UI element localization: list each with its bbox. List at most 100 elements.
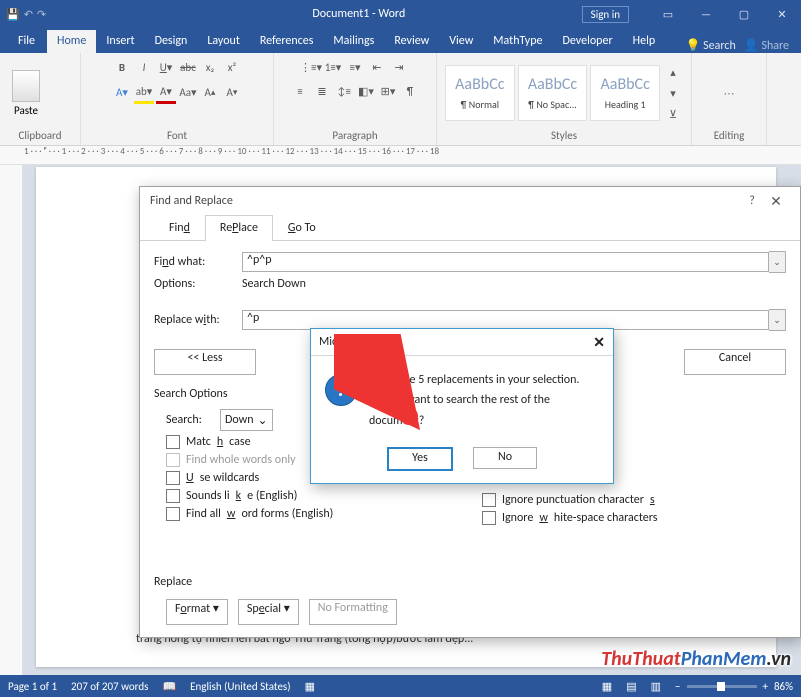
zoom-value[interactable]: 86% — [774, 680, 793, 693]
replace-with-dropdown-icon[interactable]: ⌄ — [769, 309, 786, 331]
tab-file[interactable]: File — [8, 30, 47, 53]
style-heading1[interactable]: AaBbCcHeading 1 — [590, 65, 660, 121]
tab-mailings[interactable]: Mailings — [323, 30, 384, 53]
align-center-button[interactable]: ≣ — [312, 81, 332, 101]
dialog-titlebar[interactable]: Find and Replace ? ✕ — [140, 187, 800, 215]
increase-indent-button[interactable]: ⇥ — [389, 57, 409, 77]
ribbon-display-icon[interactable]: ▭ — [649, 0, 687, 28]
window-titlebar: 💾 ↶ ↷ Document1 - Word Sign in ▭ — ▢ ✕ — [0, 0, 801, 28]
tab-layout[interactable]: Layout — [197, 30, 250, 53]
numbering-button[interactable]: 1≡▾ — [323, 57, 343, 77]
zoom-out-icon[interactable]: − — [675, 680, 680, 693]
borders-button[interactable]: ⊞▾ — [378, 81, 398, 101]
paste-button[interactable]: Paste — [8, 66, 44, 121]
confirm-titlebar[interactable]: Microsoft Word ✕ — [311, 329, 613, 356]
line-spacing-button[interactable]: ↕≡ — [334, 81, 354, 101]
group-editing: ⋯ Editing — [692, 53, 767, 145]
spellcheck-icon[interactable]: 📖 — [162, 680, 176, 693]
maximize-icon[interactable]: ▢ — [725, 0, 763, 28]
group-clipboard: Paste Clipboard — [0, 53, 81, 145]
sounds-like-checkbox[interactable]: Sounds like (English) — [166, 489, 470, 503]
confirm-dialog: Microsoft Word ✕ ? We made 5 replacement… — [310, 328, 614, 484]
less-button[interactable]: << Less — [154, 349, 256, 375]
tab-help[interactable]: Help — [623, 30, 666, 53]
zoom-in-icon[interactable]: + — [763, 680, 768, 693]
special-button[interactable]: Special ▾ — [238, 599, 299, 625]
tab-view[interactable]: View — [439, 30, 483, 53]
group-label-editing: Editing — [700, 129, 758, 145]
tab-home[interactable]: Home — [47, 30, 96, 53]
status-page[interactable]: Page 1 of 1 — [8, 680, 57, 693]
decrease-indent-button[interactable]: ⇤ — [367, 57, 387, 77]
vertical-ruler[interactable] — [0, 165, 23, 677]
search-direction-select[interactable]: Down⌄ — [220, 409, 273, 431]
replace-with-input[interactable]: ^p — [242, 310, 769, 330]
format-button[interactable]: Format ▾ — [166, 599, 228, 625]
tab-find[interactable]: Find — [154, 215, 205, 241]
shading-button[interactable]: ◧▾ — [356, 81, 376, 101]
find-what-dropdown-icon[interactable]: ⌄ — [769, 251, 786, 273]
tab-design[interactable]: Design — [145, 30, 198, 53]
font-color-button[interactable]: A▾ — [156, 81, 176, 104]
bold-button[interactable]: B — [112, 57, 132, 77]
shrink-font-button[interactable]: A▾ — [222, 83, 242, 103]
autosave-icon[interactable]: 💾 — [6, 8, 20, 21]
subscript-button[interactable]: x₂ — [200, 57, 220, 77]
replace-section-label: Replace — [154, 575, 786, 589]
cancel-button[interactable]: Cancel — [684, 349, 786, 375]
view-read-icon[interactable]: ▦ — [602, 680, 612, 693]
tab-goto[interactable]: Go To — [273, 215, 331, 241]
multilevel-button[interactable]: ≡▾ — [345, 57, 365, 77]
view-print-icon[interactable]: ▤ — [626, 680, 636, 693]
tab-mathtype[interactable]: MathType — [483, 30, 552, 53]
tab-insert[interactable]: Insert — [96, 30, 144, 53]
text-effects-button[interactable]: A▾ — [112, 83, 132, 103]
styles-down-icon[interactable]: ▾ — [663, 83, 683, 103]
zoom-control[interactable]: − + 86% — [675, 680, 793, 693]
word-forms-checkbox[interactable]: Find all word forms (English) — [166, 507, 470, 521]
styles-up-icon[interactable]: ▴ — [663, 62, 683, 82]
ignore-whitespace-checkbox[interactable]: Ignore white-space characters — [482, 511, 786, 525]
underline-button[interactable]: U▾ — [156, 57, 176, 77]
style-normal[interactable]: AaBbCc¶ Normal — [445, 65, 515, 121]
search-direction-label: Search: — [166, 413, 220, 427]
sign-in-button[interactable]: Sign in — [582, 6, 629, 23]
status-words[interactable]: 207 of 207 words — [71, 680, 148, 693]
highlight-button[interactable]: ab▾ — [134, 81, 154, 104]
ignore-punct-checkbox[interactable]: Ignore punctuation characters — [482, 493, 786, 507]
find-what-input[interactable]: ^p^p — [242, 252, 769, 272]
undo-icon[interactable]: ↶ — [24, 8, 33, 21]
options-label: Options: — [154, 277, 242, 291]
show-marks-button[interactable]: ¶ — [400, 81, 420, 101]
yes-button[interactable]: Yes — [387, 447, 453, 471]
change-case-button[interactable]: Aa▾ — [178, 83, 198, 103]
status-language[interactable]: English (United States) — [190, 680, 290, 693]
italic-button[interactable]: I — [134, 57, 154, 77]
grow-font-button[interactable]: A▴ — [200, 83, 220, 103]
redo-icon[interactable]: ↷ — [37, 8, 46, 21]
no-button[interactable]: No — [473, 447, 537, 469]
group-styles: AaBbCc¶ Normal AaBbCc¶ No Spac... AaBbCc… — [437, 53, 692, 145]
close-icon[interactable]: ✕ — [593, 334, 605, 351]
style-no-spacing[interactable]: AaBbCc¶ No Spac... — [518, 65, 588, 121]
find-what-label: Find what: — [154, 255, 242, 269]
styles-more-icon[interactable]: ⊻ — [663, 104, 683, 124]
close-icon[interactable]: ✕ — [763, 0, 801, 28]
bullets-button[interactable]: ⋮≡▾ — [301, 57, 321, 77]
tab-references[interactable]: References — [250, 30, 324, 53]
strikethrough-button[interactable]: abc — [178, 57, 198, 77]
window-title: Document1 - Word — [136, 7, 582, 21]
help-icon[interactable]: ? — [742, 194, 762, 208]
tab-replace[interactable]: RePlace — [205, 215, 273, 241]
macro-icon[interactable]: ▦ — [305, 680, 315, 693]
view-web-icon[interactable]: ▥ — [651, 680, 661, 693]
search-icon[interactable]: 💡 Search — [686, 38, 736, 53]
share-button[interactable]: 👤 Share — [744, 38, 789, 53]
close-icon[interactable]: ✕ — [762, 193, 790, 210]
tab-developer[interactable]: Developer — [553, 30, 623, 53]
minimize-icon[interactable]: — — [687, 0, 725, 28]
horizontal-ruler[interactable]: 1 · · · ᴾ · · · 1 · · · 2 · · · 3 · · · … — [0, 146, 801, 165]
tab-review[interactable]: Review — [384, 30, 439, 53]
superscript-button[interactable]: x² — [222, 57, 242, 77]
align-left-button[interactable]: ≡ — [290, 81, 310, 101]
